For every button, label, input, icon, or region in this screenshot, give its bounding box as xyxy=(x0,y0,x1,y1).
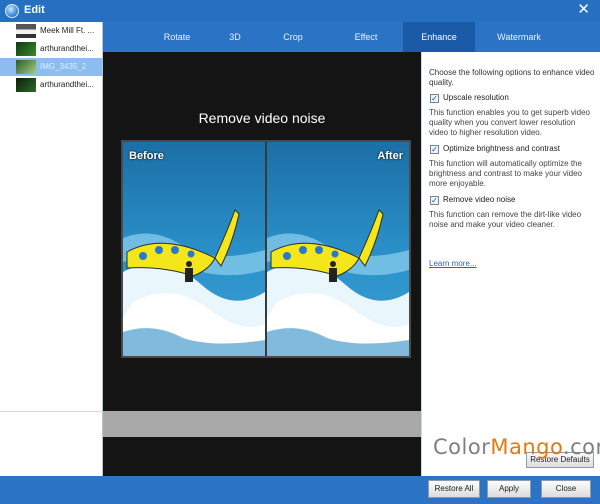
before-label: Before xyxy=(129,150,164,162)
tab-watermark[interactable]: Watermark xyxy=(481,22,557,52)
tab-crop[interactable]: Crop xyxy=(261,22,325,52)
option-label: Upscale resolution xyxy=(443,93,509,102)
sidebar-divider xyxy=(0,411,102,412)
optimize-brightness-checkbox[interactable]: ✓ xyxy=(430,145,439,154)
tab-enhance[interactable]: Enhance xyxy=(403,22,475,52)
windsurfer-image xyxy=(267,142,409,356)
optimize-brightness-description: This function will automatically optimiz… xyxy=(429,159,582,188)
enhance-intro-text: Choose the following options to enhance … xyxy=(429,68,595,87)
video-thumbnail xyxy=(16,60,36,74)
before-pane: Before xyxy=(123,142,265,356)
preview-heading: Remove video noise xyxy=(198,110,326,126)
remove-noise-checkbox[interactable]: ✓ xyxy=(430,196,439,205)
watermark-part-1: Color xyxy=(433,435,491,459)
watermark-part-2: Mango xyxy=(490,435,563,459)
video-thumbnail xyxy=(16,24,36,38)
watermark-part-3: .com xyxy=(562,435,600,459)
title-bar: Edit ✕ xyxy=(0,0,600,22)
windsurfer-image xyxy=(123,142,265,356)
video-title: Meek Mill Ft. ... xyxy=(40,26,95,35)
restore-all-button[interactable]: Restore All xyxy=(428,480,480,498)
enhance-options-panel: Choose the following options to enhance … xyxy=(421,52,600,476)
learn-more-link[interactable]: Learn more... xyxy=(429,259,477,268)
close-window-icon[interactable]: ✕ xyxy=(577,2,590,18)
video-list: Meek Mill Ft. ... arthurandthei... IMG_3… xyxy=(0,22,102,94)
video-thumbnail xyxy=(16,78,36,92)
remove-noise-option[interactable]: ✓ Remove video noise xyxy=(430,195,515,205)
apply-button[interactable]: Apply xyxy=(487,480,531,498)
upscale-resolution-checkbox[interactable]: ✓ xyxy=(430,94,439,103)
upscale-resolution-option[interactable]: ✓ Upscale resolution xyxy=(430,93,509,103)
video-title: arthurandthei... xyxy=(40,44,94,53)
tab-3d[interactable]: 3D xyxy=(209,22,261,52)
app-logo-icon xyxy=(5,4,19,18)
upscale-resolution-description: This function enables you to get superb … xyxy=(429,108,590,137)
option-label: Optimize brightness and contrast xyxy=(443,144,560,153)
video-list-item[interactable]: arthurandthei... xyxy=(0,40,102,58)
video-list-item[interactable]: arthurandthei... xyxy=(0,76,102,94)
video-list-item-selected[interactable]: IMG_3435_2 xyxy=(0,58,102,76)
tab-effect[interactable]: Effect xyxy=(331,22,401,52)
video-list-item[interactable]: Meek Mill Ft. ... xyxy=(0,22,102,40)
window-title: Edit xyxy=(24,4,45,16)
video-title: IMG_3435_2 xyxy=(40,62,87,71)
tab-rotate[interactable]: Rotate xyxy=(145,22,209,52)
optimize-brightness-option[interactable]: ✓ Optimize brightness and contrast xyxy=(430,144,560,154)
colormango-watermark: ColorMango.com xyxy=(433,435,600,459)
edit-tab-bar: Rotate 3D Crop Effect Enhance Watermark xyxy=(103,22,600,52)
after-pane: After xyxy=(267,142,409,356)
after-label: After xyxy=(377,150,403,162)
remove-noise-description: This function can remove the dirt-like v… xyxy=(429,210,582,229)
video-title: arthurandthei... xyxy=(40,80,94,89)
before-after-comparison: Before After xyxy=(121,140,411,358)
video-thumbnail xyxy=(16,42,36,56)
option-label: Remove video noise xyxy=(443,195,516,204)
video-list-panel: Meek Mill Ft. ... arthurandthei... IMG_3… xyxy=(0,22,103,476)
editor-body: Meek Mill Ft. ... arthurandthei... IMG_3… xyxy=(0,22,600,504)
close-button[interactable]: Close xyxy=(541,480,591,498)
